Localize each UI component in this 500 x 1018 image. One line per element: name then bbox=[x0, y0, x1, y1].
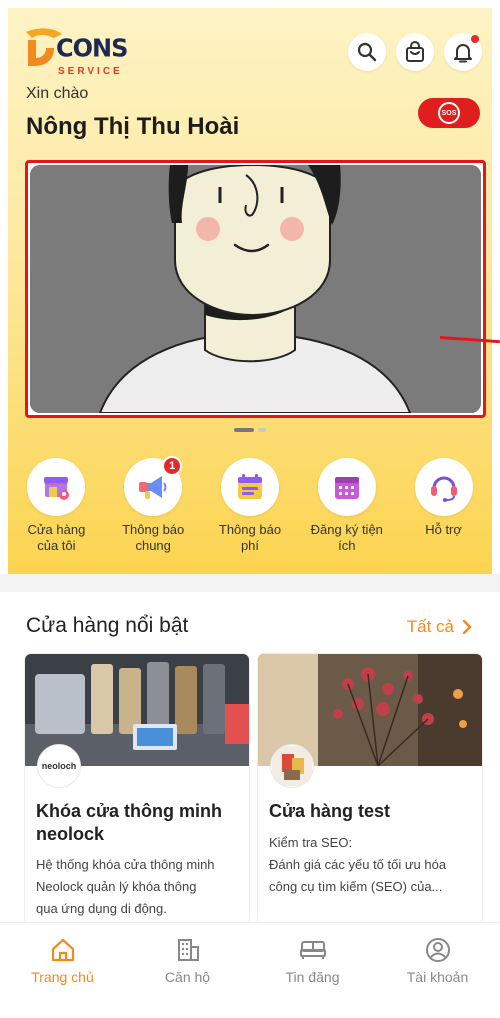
headset-icon bbox=[430, 476, 457, 502]
shortcut-icon-circle bbox=[27, 458, 86, 516]
store-avatar: neoloch bbox=[37, 744, 81, 788]
store-icon bbox=[44, 477, 70, 500]
tab-listings[interactable]: Tin đăng bbox=[250, 923, 375, 1018]
banner-image bbox=[30, 165, 481, 413]
store-description: Hệ thống khóa cửa thông minh Neolock quả… bbox=[36, 857, 215, 916]
app-logo: CONS SERVICE bbox=[24, 26, 134, 78]
shortcut-label: Hỗ trợ bbox=[425, 522, 462, 537]
shortcut-amenity-booking[interactable]: Đăng ký tiện ích bbox=[302, 458, 392, 554]
user-icon bbox=[425, 938, 450, 962]
store-name: Khóa cửa thông minh neolock bbox=[36, 801, 223, 844]
calendar-icon bbox=[334, 477, 359, 499]
shortcut-support[interactable]: Hỗ trợ bbox=[399, 458, 489, 554]
shortcut-label: Thông báo phí bbox=[218, 522, 282, 553]
carousel-dot[interactable] bbox=[258, 428, 266, 432]
header-actions bbox=[348, 33, 482, 71]
shortcut-fee-notice[interactable]: Thông báo phí bbox=[205, 458, 295, 554]
chevron-right-icon bbox=[462, 620, 472, 634]
tab-label: Căn hộ bbox=[164, 969, 211, 985]
store-avatar-image bbox=[272, 746, 312, 786]
logo-sub: SERVICE bbox=[58, 66, 123, 77]
carousel-dot-active[interactable] bbox=[234, 428, 254, 432]
shortcut-icon-circle bbox=[414, 458, 473, 516]
notification-dot bbox=[471, 35, 479, 43]
tab-label: Tin đăng bbox=[285, 969, 340, 985]
section-title: Cửa hàng nổi bật bbox=[26, 614, 189, 637]
shortcut-icon-circle bbox=[317, 458, 376, 516]
see-all-link[interactable]: Tất cả bbox=[407, 617, 472, 637]
bottom-tab-bar: Trang chủ Căn hộ Tin đăng Tài khoản bbox=[0, 922, 500, 1018]
store-card[interactable]: neoloch Khóa cửa thông minh neolock Hệ th… bbox=[25, 654, 249, 924]
user-name: Nông Thị Thu Hoài bbox=[26, 113, 240, 140]
home-screen: CONS SERVICE Xin chào Nông Thị Thu Hoài … bbox=[0, 0, 500, 1018]
search-icon bbox=[357, 42, 377, 62]
megaphone-icon bbox=[139, 476, 167, 499]
building-icon bbox=[177, 939, 199, 961]
shortcut-label: Thông báo chung bbox=[122, 522, 185, 553]
store-card[interactable]: Cửa hàng test Kiểm tra SEO: Đánh giá các… bbox=[258, 654, 482, 924]
banner-illustration bbox=[30, 165, 481, 413]
shortcut-label: Đăng ký tiện ích bbox=[310, 522, 383, 553]
cart-button[interactable] bbox=[396, 33, 434, 71]
tab-home[interactable]: Trang chủ bbox=[0, 923, 125, 1018]
see-all-label: Tất cả bbox=[406, 617, 454, 636]
feature-shortcuts: Cửa hàng của tôi 1 Thông báo chung Thông… bbox=[8, 456, 492, 554]
invoice-icon bbox=[237, 474, 262, 499]
notification-badge: 1 bbox=[162, 456, 183, 476]
shortcut-label: Cửa hàng của tôi bbox=[27, 522, 86, 553]
sos-icon: SOS bbox=[438, 102, 460, 124]
section-divider bbox=[0, 574, 500, 592]
notification-button[interactable] bbox=[444, 33, 482, 71]
shopping-bag-icon bbox=[406, 41, 424, 62]
home-icon bbox=[51, 938, 74, 962]
tab-account[interactable]: Tài khoản bbox=[375, 923, 500, 1018]
store-name: Cửa hàng test bbox=[269, 801, 391, 821]
shortcut-icon-circle bbox=[220, 458, 279, 516]
shortcut-general-notice[interactable]: 1 Thông báo chung bbox=[108, 456, 198, 554]
sos-button[interactable]: SOS bbox=[418, 98, 480, 128]
logo-brand: CONS bbox=[56, 33, 128, 63]
carousel-indicators bbox=[234, 428, 266, 432]
tab-label: Tài khoản bbox=[406, 969, 469, 985]
store-description: Kiểm tra SEO: Đánh giá các yếu tố tối ưu… bbox=[269, 835, 447, 894]
shortcut-my-store[interactable]: Cửa hàng của tôi bbox=[11, 458, 101, 554]
bed-icon bbox=[299, 941, 326, 959]
search-button[interactable] bbox=[348, 33, 386, 71]
greeting-text: Xin chào bbox=[26, 85, 89, 102]
tab-label: Trang chủ bbox=[31, 969, 94, 985]
store-avatar bbox=[270, 744, 314, 788]
bell-icon bbox=[454, 44, 472, 63]
banner-carousel[interactable] bbox=[25, 160, 486, 418]
featured-store-list: neoloch Khóa cửa thông minh neolock Hệ th… bbox=[25, 654, 482, 924]
tab-apartment[interactable]: Căn hộ bbox=[125, 923, 250, 1018]
